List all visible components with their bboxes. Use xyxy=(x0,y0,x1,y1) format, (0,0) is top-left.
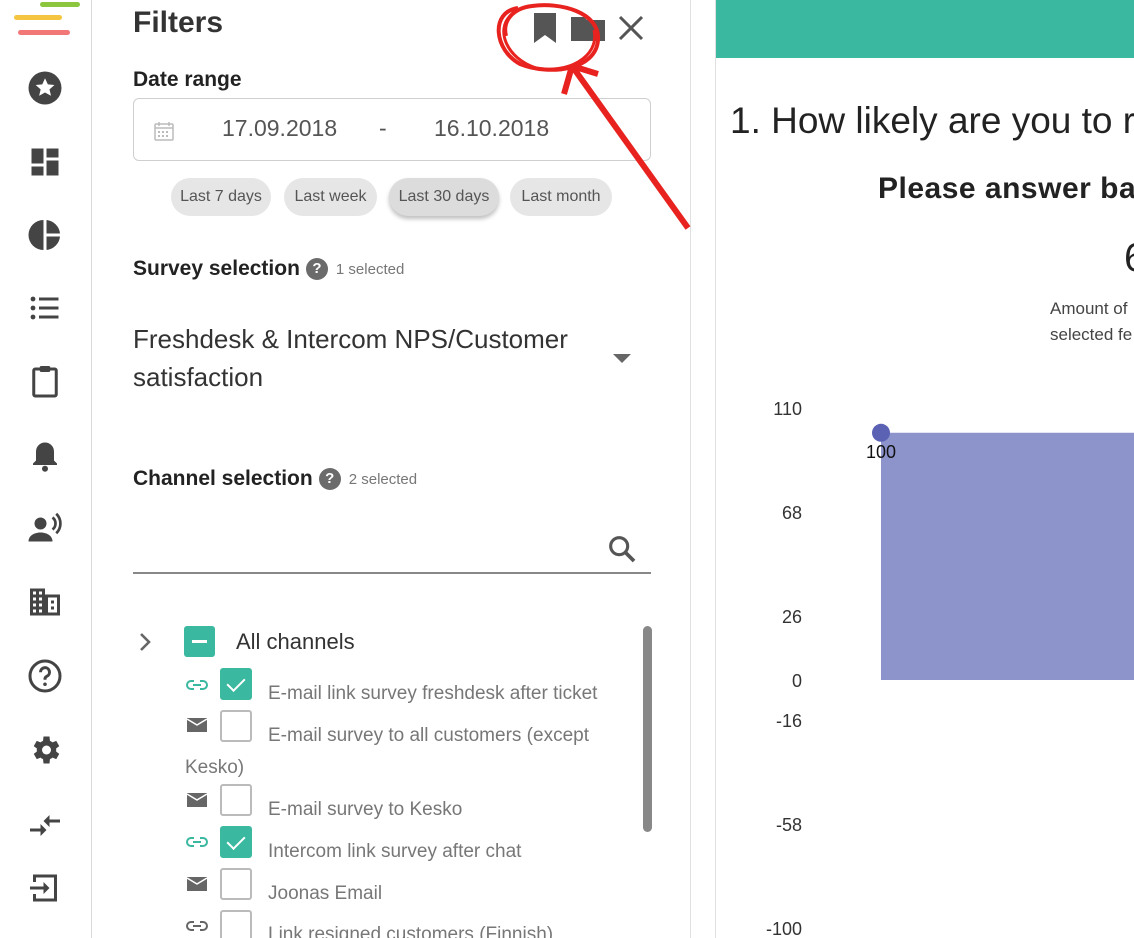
channel-selection-label: Channel selection xyxy=(133,467,313,490)
chip-last-month[interactable]: Last month xyxy=(510,178,612,216)
chip-last-30-days[interactable]: Last 30 days xyxy=(389,178,499,216)
channel-selected-count: 2 selected xyxy=(348,470,418,488)
date-to-input[interactable]: 16.10.2018 xyxy=(434,115,549,142)
channel-label: Intercom link survey after chat xyxy=(268,841,522,862)
channel-label: E-mail survey to all customers (except xyxy=(268,725,589,746)
chip-last-week[interactable]: Last week xyxy=(284,178,377,216)
filters-title: Filters xyxy=(133,6,224,39)
chip-last-7-days[interactable]: Last 7 days xyxy=(171,178,271,216)
amount-label-line2: selected fe xyxy=(1050,325,1133,344)
channel-label: E-mail link survey freshdesk after ticke… xyxy=(268,683,598,704)
survey-dropdown[interactable]: Freshdesk & Intercom NPS/Customer satisf… xyxy=(133,320,603,396)
dashboard-icon[interactable] xyxy=(25,142,65,182)
channel-selection-heading: Channel selection? 2 selected xyxy=(133,467,417,491)
channel-checkbox[interactable] xyxy=(220,784,252,816)
chart-data-label: 100 xyxy=(866,442,896,462)
voice-user-icon[interactable] xyxy=(25,508,65,548)
channel-checkbox[interactable] xyxy=(220,668,252,700)
big-metric-number: 6 xyxy=(1124,236,1134,281)
all-channels-checkbox[interactable] xyxy=(184,626,215,657)
channel-label: Link resigned customers (Finnish) xyxy=(268,924,554,938)
y-tick-label: 0 xyxy=(792,671,802,691)
pie-chart-icon[interactable] xyxy=(25,215,65,255)
help-icon[interactable]: ? xyxy=(305,258,328,281)
chart-data-point[interactable] xyxy=(872,423,890,442)
settings-gear-icon[interactable] xyxy=(25,730,65,770)
survey-selection-label: Survey selection xyxy=(133,257,300,280)
logout-icon[interactable] xyxy=(25,868,65,908)
bookmark-icon[interactable] xyxy=(527,10,563,46)
report-panel: 1. How likely are you to r Please answer… xyxy=(715,0,1134,938)
favorites-icon[interactable] xyxy=(25,68,65,108)
help-icon[interactable]: ? xyxy=(318,468,341,491)
calendar-icon xyxy=(154,122,174,141)
channel-checkbox[interactable] xyxy=(220,868,252,900)
amount-label-line1: Amount of xyxy=(1050,299,1128,318)
help-circle-icon[interactable] xyxy=(25,656,65,696)
link-icon xyxy=(186,837,208,847)
clipboard-icon[interactable] xyxy=(25,361,65,401)
survey-selection-heading: Survey selection? 1 selected xyxy=(133,257,404,281)
date-from-input[interactable]: 17.09.2018 xyxy=(222,115,337,142)
compress-arrows-icon[interactable] xyxy=(25,804,65,844)
date-separator: - xyxy=(379,115,387,141)
app-logo[interactable] xyxy=(10,0,82,42)
link-icon xyxy=(186,921,208,931)
mail-icon xyxy=(186,877,208,891)
channel-search-input[interactable] xyxy=(133,572,651,574)
close-icon[interactable] xyxy=(613,10,649,46)
survey-selected-count: 1 selected xyxy=(335,260,405,278)
question-title: 1. How likely are you to r xyxy=(730,100,1134,141)
bell-icon[interactable] xyxy=(25,436,65,476)
link-icon xyxy=(186,680,208,690)
all-channels-label: All channels xyxy=(236,629,355,654)
filters-panel: Filters Date range 17.09.2018 - 16.10.20… xyxy=(93,0,691,938)
folder-icon[interactable] xyxy=(570,10,606,46)
y-tick-label: 26 xyxy=(782,607,802,627)
date-range-label: Date range xyxy=(133,68,242,91)
y-tick-label: 68 xyxy=(782,503,802,523)
left-nav-rail xyxy=(0,0,92,938)
question-subtitle: Please answer ba xyxy=(878,172,1134,205)
y-tick-label: -16 xyxy=(776,711,802,731)
chevron-right-icon[interactable] xyxy=(133,630,157,654)
search-icon[interactable] xyxy=(605,532,639,566)
building-icon[interactable] xyxy=(25,582,65,622)
channel-checkbox[interactable] xyxy=(220,710,252,742)
report-header-bar xyxy=(716,0,1134,58)
mail-icon xyxy=(186,793,208,807)
nps-chart: 110 68 26 0 -16 -58 -100 100 xyxy=(766,399,1134,938)
y-tick-label: -100 xyxy=(766,919,802,938)
channel-checkbox[interactable] xyxy=(220,910,252,938)
mail-icon xyxy=(186,718,208,732)
channel-label-continuation: Kesko) xyxy=(185,757,245,778)
dropdown-caret-icon[interactable] xyxy=(613,354,631,363)
list-icon[interactable] xyxy=(25,288,65,328)
y-tick-label: -58 xyxy=(776,815,802,835)
amount-label: Amount of selected fe xyxy=(1050,296,1132,348)
channel-label: Joonas Email xyxy=(268,883,383,904)
chart-area-series xyxy=(881,432,1134,680)
channel-label: E-mail survey to Kesko xyxy=(268,799,463,820)
channel-checkbox[interactable] xyxy=(220,826,252,858)
date-range-picker[interactable]: 17.09.2018 - 16.10.2018 xyxy=(133,98,651,161)
y-tick-label: 110 xyxy=(773,399,802,419)
channel-list-scrollbar[interactable] xyxy=(643,626,652,832)
